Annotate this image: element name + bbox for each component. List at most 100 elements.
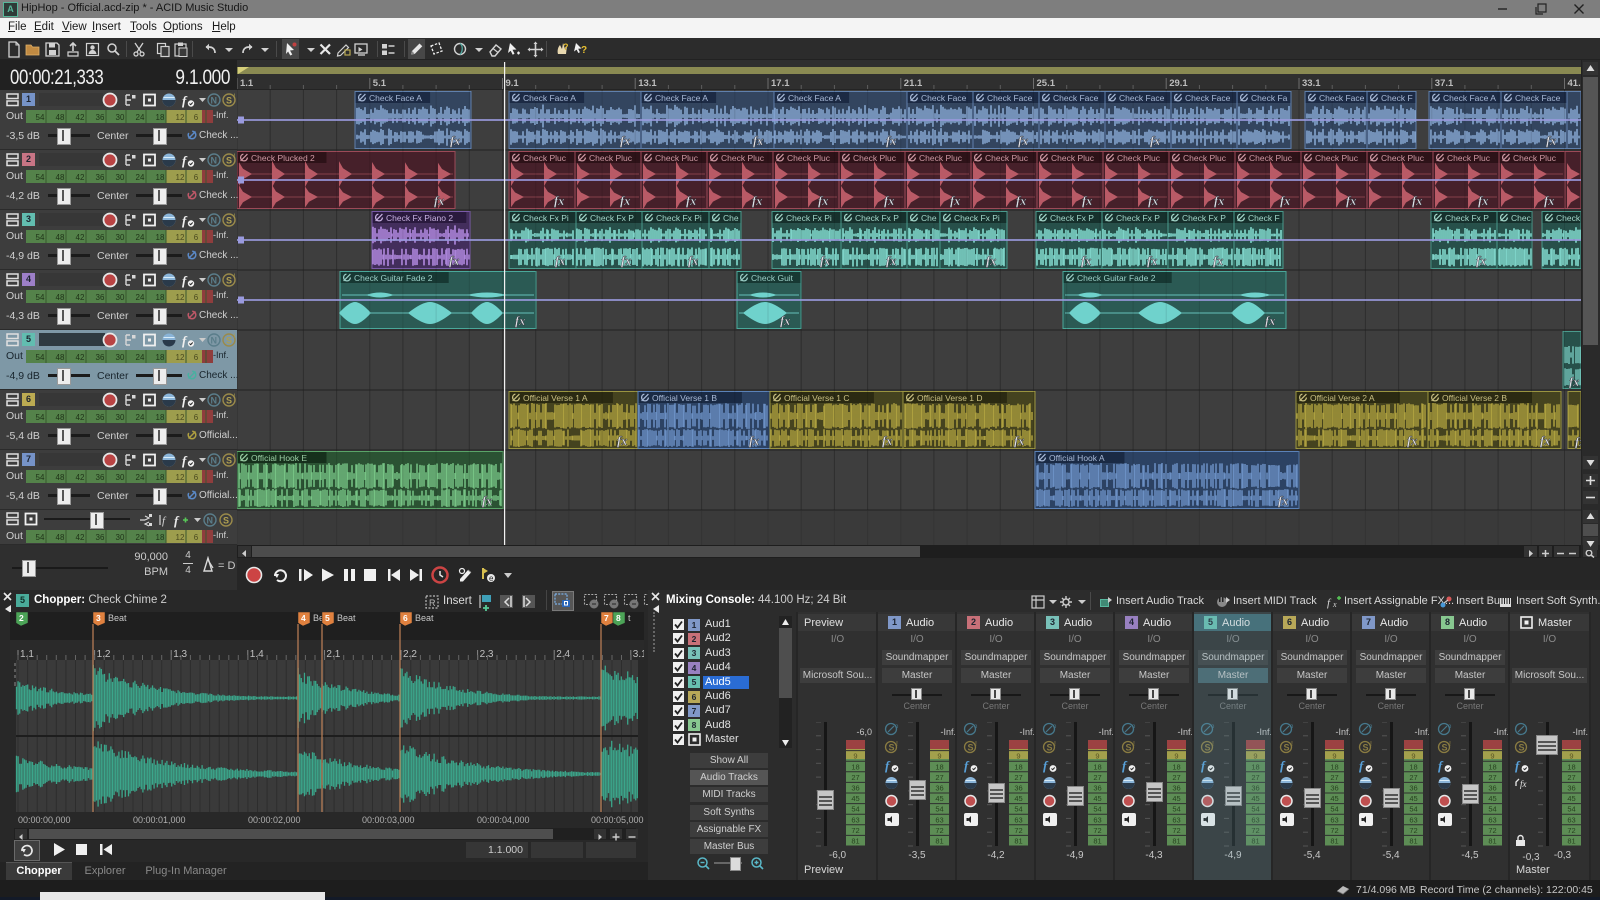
svg-text:29.1: 29.1 (1169, 78, 1188, 89)
svg-text:fx: fx (482, 494, 492, 508)
svg-text:N: N (211, 156, 218, 166)
svg-text:54: 54 (1409, 805, 1417, 814)
svg-text:27: 27 (1093, 773, 1101, 782)
svg-text:36: 36 (96, 113, 105, 122)
svg-text:Check Plucked 2: Check Plucked 2 (251, 153, 315, 163)
svg-text:f: f (182, 333, 188, 348)
svg-text:f: f (1327, 597, 1332, 609)
svg-text:24: 24 (136, 233, 145, 242)
svg-text:fx: fx (1081, 254, 1091, 268)
svg-text:S: S (223, 516, 229, 526)
svg-text:7: 7 (604, 613, 609, 623)
svg-text:36: 36 (1172, 784, 1180, 793)
svg-text:81: 81 (1014, 837, 1022, 846)
svg-text:72: 72 (1488, 826, 1496, 835)
svg-text:Check Pluc: Check Pluc (1513, 153, 1557, 163)
svg-text:45: 45 (1567, 794, 1575, 803)
svg-text:63: 63 (1014, 815, 1022, 824)
svg-text:30: 30 (116, 293, 125, 302)
svg-text:N: N (211, 396, 218, 406)
svg-text:= D: = D (218, 560, 235, 572)
svg-text:36: 36 (1093, 784, 1101, 793)
svg-text:f: f (182, 273, 188, 288)
svg-text:2.4: 2.4 (556, 649, 570, 660)
svg-text:N: N (211, 276, 218, 286)
svg-text:72: 72 (935, 826, 943, 835)
svg-text:fx: fx (617, 434, 627, 448)
svg-text:fx: fx (1213, 254, 1223, 268)
svg-text:41.1: 41.1 (1568, 78, 1582, 89)
svg-text:Official Verse 1 D: Official Verse 1 D (917, 393, 983, 403)
svg-text:18: 18 (1172, 762, 1180, 771)
svg-text:54: 54 (36, 173, 45, 182)
svg-text:30: 30 (116, 173, 125, 182)
svg-text:13.1: 13.1 (638, 78, 657, 89)
svg-text:Official Verse 2 B: Official Verse 2 B (1442, 393, 1507, 403)
svg-text:Check Pluc: Check Pluc (853, 153, 897, 163)
svg-text:fx: fx (752, 194, 762, 208)
svg-text:fx: fx (1214, 194, 1224, 208)
svg-text:27: 27 (1172, 773, 1180, 782)
svg-text:f: f (885, 758, 891, 773)
svg-text:63: 63 (1251, 815, 1259, 824)
svg-text:S: S (226, 396, 232, 406)
svg-text:S: S (889, 743, 895, 753)
svg-text:48: 48 (56, 533, 65, 542)
svg-text:fx: fx (1569, 375, 1579, 389)
svg-text:R: R (429, 598, 436, 608)
svg-text:12: 12 (176, 113, 185, 122)
svg-text:54: 54 (36, 533, 45, 542)
svg-text:27: 27 (1014, 773, 1022, 782)
svg-text:?: ? (581, 45, 587, 56)
svg-text:!: ! (1370, 741, 1372, 748)
svg-text:72: 72 (1093, 826, 1101, 835)
svg-text:36: 36 (96, 473, 105, 482)
svg-text:36: 36 (96, 173, 105, 182)
svg-text:Check Pluc: Check Pluc (721, 153, 765, 163)
svg-text:72: 72 (1330, 826, 1338, 835)
svg-text:45: 45 (1093, 794, 1101, 803)
svg-text:fx: fx (886, 254, 896, 268)
svg-text:81: 81 (1330, 837, 1338, 846)
svg-text:54: 54 (36, 473, 45, 482)
svg-text:42: 42 (76, 533, 85, 542)
svg-text:f: f (1201, 758, 1207, 773)
svg-text:Check Fx P: Check Fx P (590, 213, 634, 223)
svg-text:36: 36 (1251, 784, 1259, 793)
svg-text:72: 72 (851, 826, 859, 835)
svg-text:fx: fx (749, 434, 759, 448)
svg-text:72: 72 (1409, 826, 1417, 835)
svg-text:e: e (489, 574, 494, 583)
svg-text:72: 72 (1014, 826, 1022, 835)
svg-text:Check Fx P: Check Fx P (855, 213, 899, 223)
svg-text:18: 18 (156, 353, 165, 362)
svg-text:12: 12 (176, 173, 185, 182)
svg-text:81: 81 (851, 837, 859, 846)
svg-text:48: 48 (56, 173, 65, 182)
svg-text:!: ! (1212, 741, 1214, 748)
svg-text:27: 27 (1409, 773, 1417, 782)
svg-text:fx: fx (620, 194, 630, 208)
svg-text:18: 18 (1330, 762, 1338, 771)
svg-text:6: 6 (194, 113, 199, 122)
svg-text:fx: fx (986, 254, 996, 268)
svg-text:9: 9 (853, 752, 857, 761)
svg-text:Chec: Chec (1511, 213, 1532, 223)
svg-text:30: 30 (116, 113, 125, 122)
svg-text:81: 81 (1093, 837, 1101, 846)
svg-text:54: 54 (935, 805, 943, 814)
svg-text:54: 54 (36, 413, 45, 422)
svg-text:Check Face A: Check Face A (369, 93, 422, 103)
svg-text:36: 36 (1409, 784, 1417, 793)
svg-text:24: 24 (136, 113, 145, 122)
svg-text:00:00:03,000: 00:00:03,000 (362, 815, 415, 825)
svg-text:25.1: 25.1 (1037, 78, 1056, 89)
svg-text:!: ! (975, 741, 977, 748)
svg-text:Check F: Check F (1381, 93, 1413, 103)
svg-text:45: 45 (935, 794, 943, 803)
svg-text:fx: fx (1278, 494, 1288, 508)
svg-text:Check Pluc: Check Pluc (1447, 153, 1491, 163)
svg-text:6: 6 (194, 173, 199, 182)
svg-text:54: 54 (1567, 805, 1575, 814)
svg-text:x: x (1332, 600, 1337, 609)
